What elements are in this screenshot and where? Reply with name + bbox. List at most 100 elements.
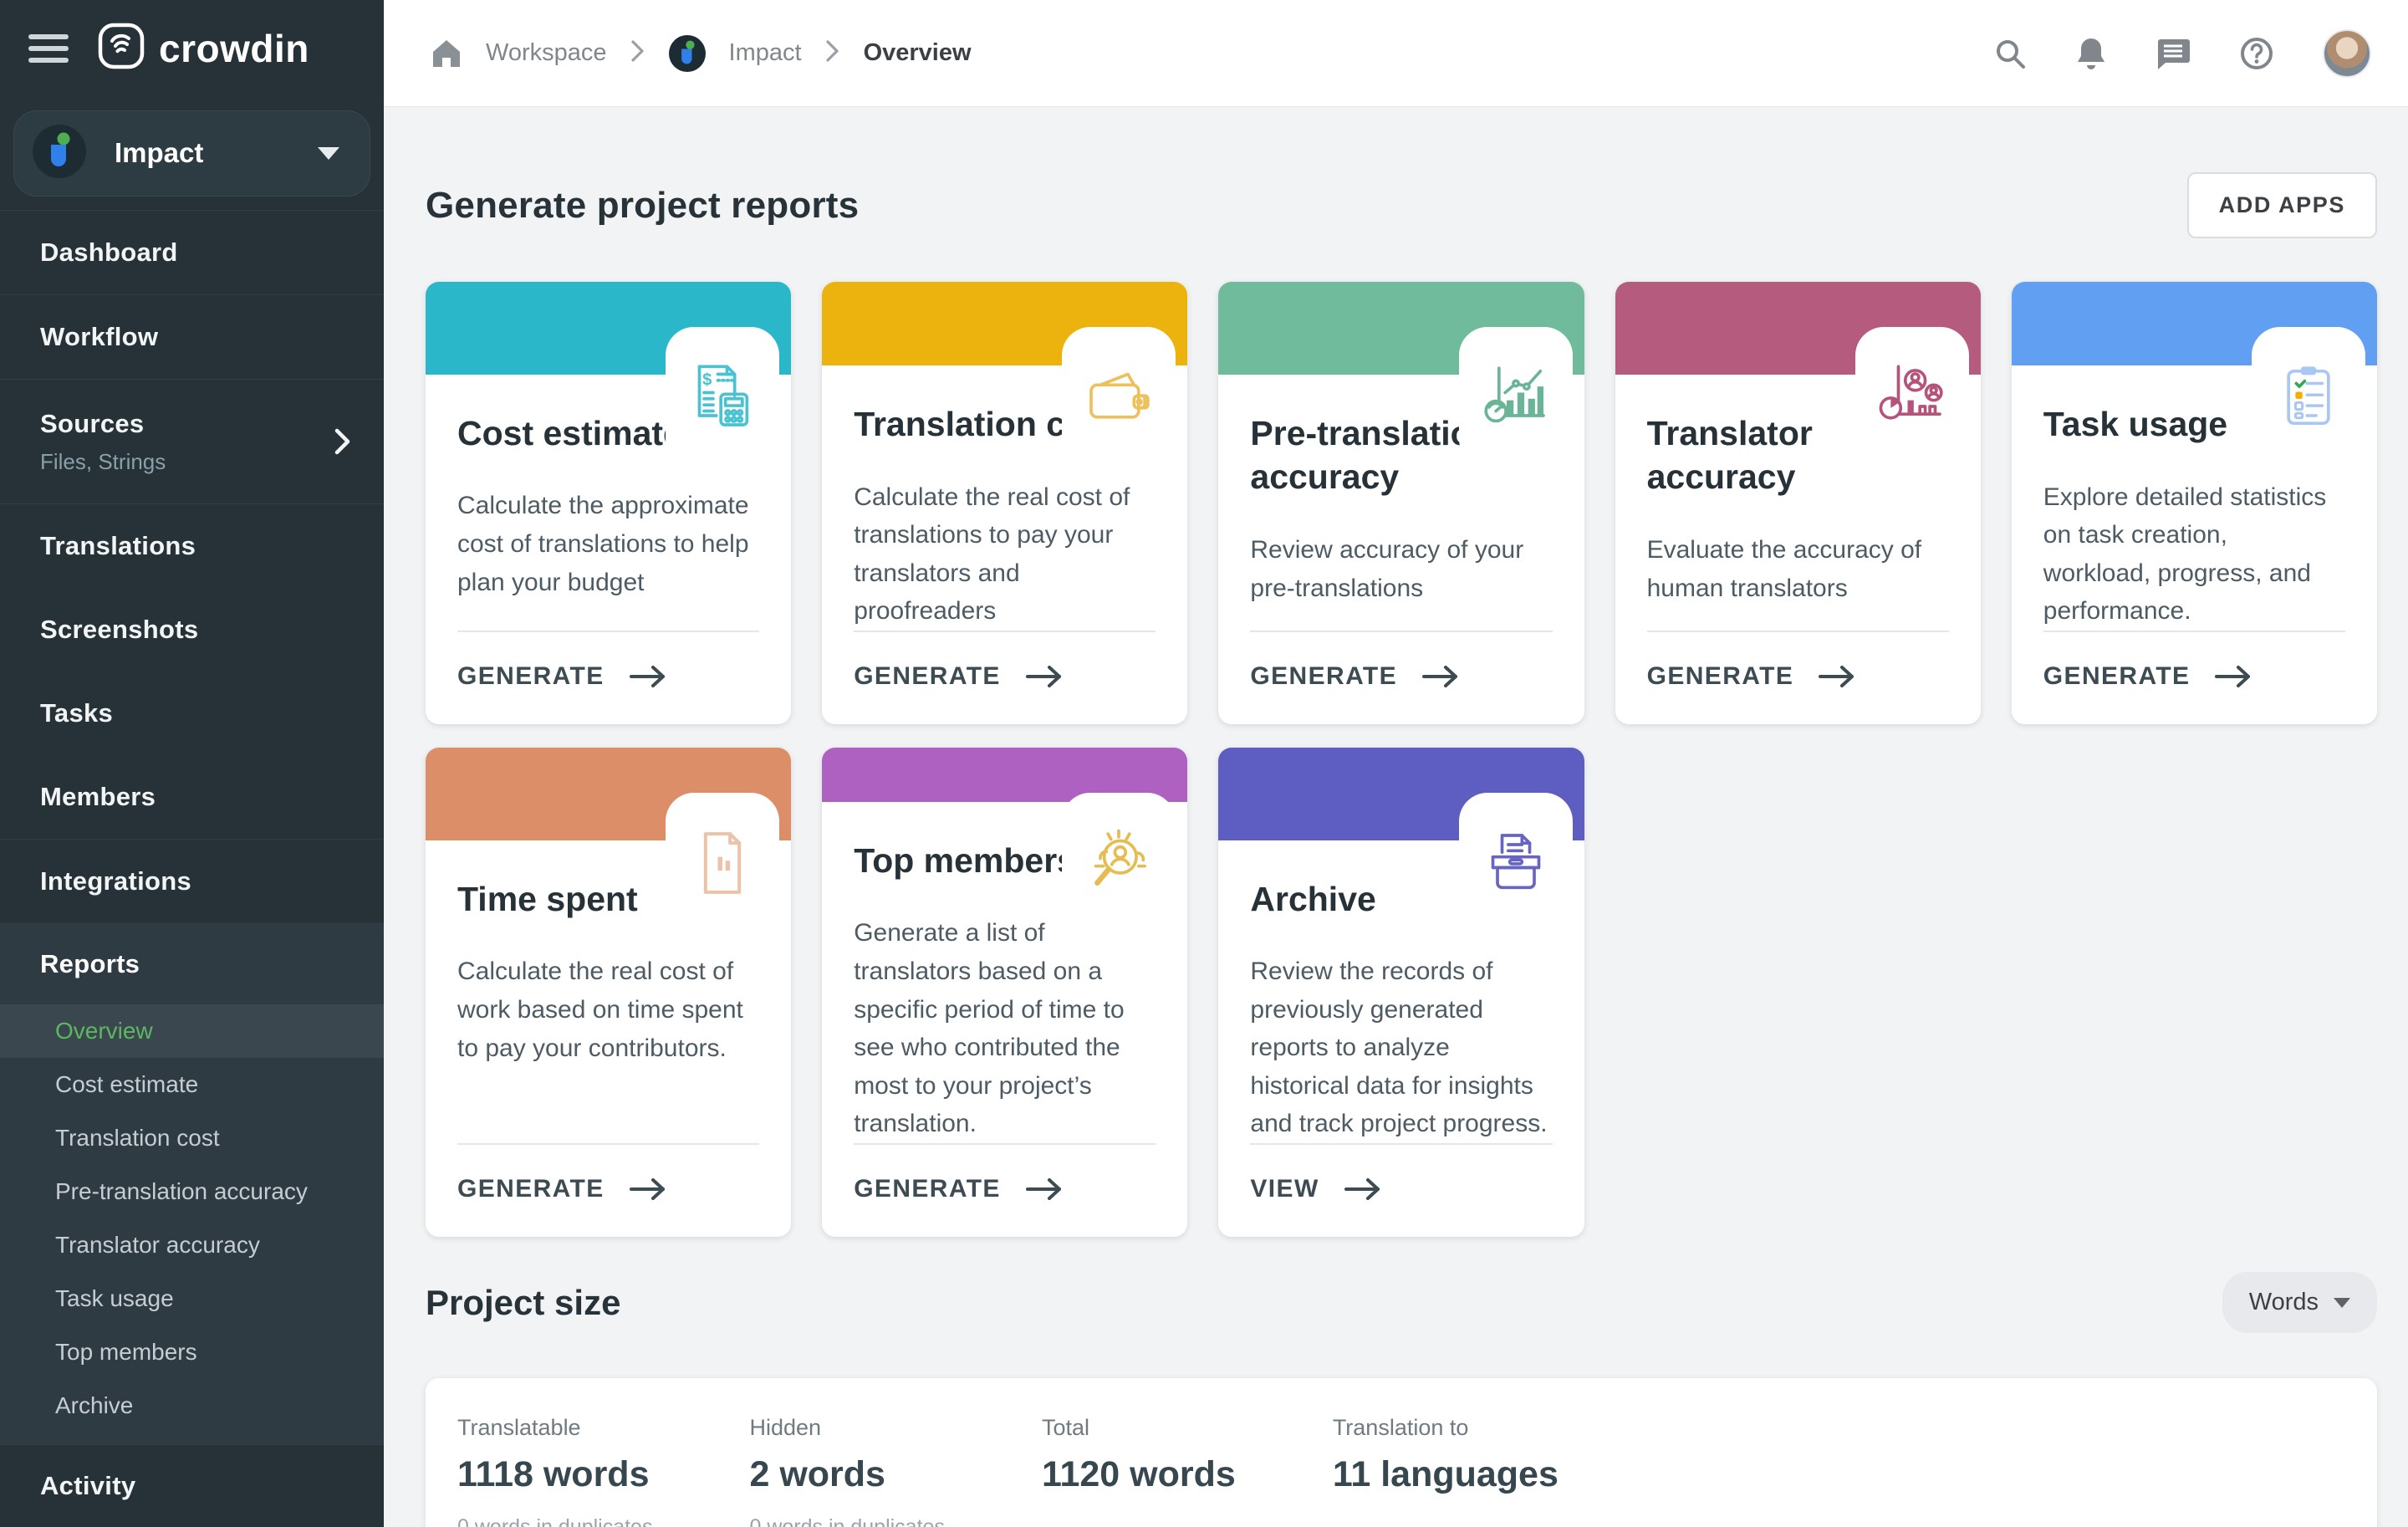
card-action-label: GENERATE (457, 662, 605, 691)
crowdin-logo-icon (97, 22, 145, 74)
sidebar-item-reports-task-usage[interactable]: Task usage (0, 1272, 384, 1325)
sidebar-item-screenshots[interactable]: Screenshots (0, 588, 384, 672)
stat-label: Total (1042, 1415, 1236, 1441)
report-card-top-members: Top membersGenerate a list of translator… (822, 748, 1187, 1237)
time-document-icon (666, 793, 779, 933)
sidebar-footer: Activity (0, 1444, 384, 1527)
arrow-right-icon (1421, 664, 1461, 689)
sidebar-item-activity[interactable]: Activity (0, 1445, 384, 1527)
page-title: Generate project reports (426, 185, 859, 227)
breadcrumb-project-avatar (669, 35, 706, 72)
sidebar-item-workflow[interactable]: Workflow (0, 295, 384, 379)
sidebar-item-label: Screenshots (40, 615, 384, 645)
messages-icon[interactable] (2155, 37, 2191, 70)
sidebar-item-members[interactable]: Members (0, 755, 384, 839)
project-switcher-name: Impact (115, 137, 203, 169)
user-avatar[interactable] (2323, 29, 2371, 78)
arrow-right-icon (628, 664, 668, 689)
add-apps-button[interactable]: ADD APPS (2187, 172, 2377, 238)
sidebar-item-integrations[interactable]: Integrations (0, 840, 384, 923)
menu-icon[interactable] (28, 34, 69, 63)
report-card-time-spent: Time spentCalculate the real cost of wor… (426, 748, 791, 1237)
accuracy-chart-icon (1459, 327, 1573, 467)
top-members-icon (1062, 793, 1176, 933)
crowdin-logo[interactable]: crowdin (97, 22, 309, 74)
sidebar-item-label: Sources (40, 409, 384, 439)
archive-icon (1459, 793, 1573, 933)
generate-button[interactable]: GENERATE (1647, 631, 1949, 724)
sidebar: crowdin Impact Dashboard Workflow SourcesF… (0, 0, 384, 1527)
project-avatar (33, 125, 86, 182)
main-area: Workspace Impact Overview (384, 0, 2408, 1527)
sidebar-item-label: Translations (40, 531, 384, 561)
wallet-icon (1062, 327, 1176, 467)
breadcrumb-current: Overview (864, 39, 972, 67)
stat-value: 1120 words (1042, 1454, 1236, 1495)
stat-note: 0 words in duplicates (749, 1515, 944, 1527)
card-action-label: GENERATE (1647, 662, 1794, 691)
stat-label: Translation to (1333, 1415, 1559, 1441)
sidebar-item-reports-top-members[interactable]: Top members (0, 1325, 384, 1379)
sidebar-item-label: Reports (40, 949, 140, 979)
generate-button[interactable]: GENERATE (457, 1143, 759, 1237)
card-description: Calculate the real cost of translations … (854, 478, 1156, 631)
home-icon[interactable] (431, 38, 462, 69)
sidebar-item-label: Integrations (40, 866, 384, 896)
search-icon[interactable] (1993, 37, 2027, 70)
sidebar-item-sources[interactable]: SourcesFiles, Strings (0, 380, 384, 503)
arrow-right-icon (1024, 1177, 1064, 1202)
card-description: Review the records of previously generat… (1250, 952, 1552, 1143)
stat-value: 11 languages (1333, 1454, 1559, 1495)
sidebar-item-label: Members (40, 782, 384, 812)
invoice-calculator-icon: $ (666, 327, 779, 467)
project-size-stat-total: Total 1120 words (1042, 1415, 1236, 1527)
report-card-translator-accuracy: Translator accuracyEvaluate the accuracy… (1615, 282, 1981, 724)
sidebar-item-label: Workflow (40, 322, 384, 352)
sidebar-item-reports[interactable]: Reports (0, 924, 384, 1004)
report-card-archive: ArchiveReview the records of previously … (1218, 748, 1584, 1237)
sidebar-reports-section: Reports OverviewCost estimateTranslation… (0, 923, 384, 1444)
generate-button[interactable]: GENERATE (854, 631, 1156, 724)
generate-button[interactable]: GENERATE (457, 631, 759, 724)
sidebar-header: crowdin (0, 0, 384, 97)
breadcrumb-project[interactable]: Impact (729, 39, 802, 67)
chevron-right-icon (334, 427, 352, 456)
view-button[interactable]: VIEW (1250, 1143, 1552, 1237)
project-size-stat-translation-to: Translation to 11 languages (1333, 1415, 1559, 1527)
card-action-label: GENERATE (854, 662, 1001, 691)
generate-button[interactable]: GENERATE (1250, 631, 1552, 724)
sidebar-item-reports-overview[interactable]: Overview (0, 1004, 384, 1058)
sidebar-item-tasks[interactable]: Tasks (0, 672, 384, 755)
stat-value: 2 words (749, 1454, 944, 1495)
sidebar-item-reports-cost-estimate[interactable]: Cost estimate (0, 1058, 384, 1111)
svg-text:$: $ (702, 370, 712, 389)
report-card-pre-translation-accuracy: Pre-translation accuracyReview accuracy … (1218, 282, 1584, 724)
card-description: Evaluate the accuracy of human translato… (1647, 531, 1949, 607)
stat-label: Translatable (457, 1415, 652, 1441)
notifications-icon[interactable] (2075, 36, 2107, 71)
unit-selector[interactable]: Words (2222, 1272, 2377, 1333)
sidebar-item-reports-translator-accuracy[interactable]: Translator accuracy (0, 1218, 384, 1272)
card-description: Calculate the real cost of work based on… (457, 952, 759, 1067)
card-description: Review accuracy of your pre-translations (1250, 531, 1552, 607)
sidebar-item-dashboard[interactable]: Dashboard (0, 211, 384, 294)
stat-label: Hidden (749, 1415, 944, 1441)
sidebar-item-reports-archive[interactable]: Archive (0, 1379, 384, 1433)
arrow-right-icon (1024, 664, 1064, 689)
breadcrumb-workspace[interactable]: Workspace (486, 39, 607, 67)
project-switcher[interactable]: Impact (13, 110, 370, 197)
project-size-title: Project size (426, 1283, 620, 1323)
help-icon[interactable] (2239, 36, 2274, 71)
chevron-down-icon (318, 147, 339, 160)
arrow-right-icon (628, 1177, 668, 1202)
generate-button[interactable]: GENERATE (854, 1143, 1156, 1237)
sidebar-item-reports-translation-cost[interactable]: Translation cost (0, 1111, 384, 1165)
clipboard-checklist-icon (2252, 327, 2365, 467)
card-action-label: GENERATE (1250, 662, 1397, 691)
sidebar-item-reports-pre-translation-accuracy[interactable]: Pre-translation accuracy (0, 1165, 384, 1218)
report-card-translation-cost: Translation costCalculate the real cost … (822, 282, 1187, 724)
generate-button[interactable]: GENERATE (2043, 631, 2345, 724)
breadcrumb: Workspace Impact Overview (431, 35, 972, 72)
sidebar-item-translations[interactable]: Translations (0, 504, 384, 588)
card-description: Explore detailed statistics on task crea… (2043, 478, 2345, 631)
